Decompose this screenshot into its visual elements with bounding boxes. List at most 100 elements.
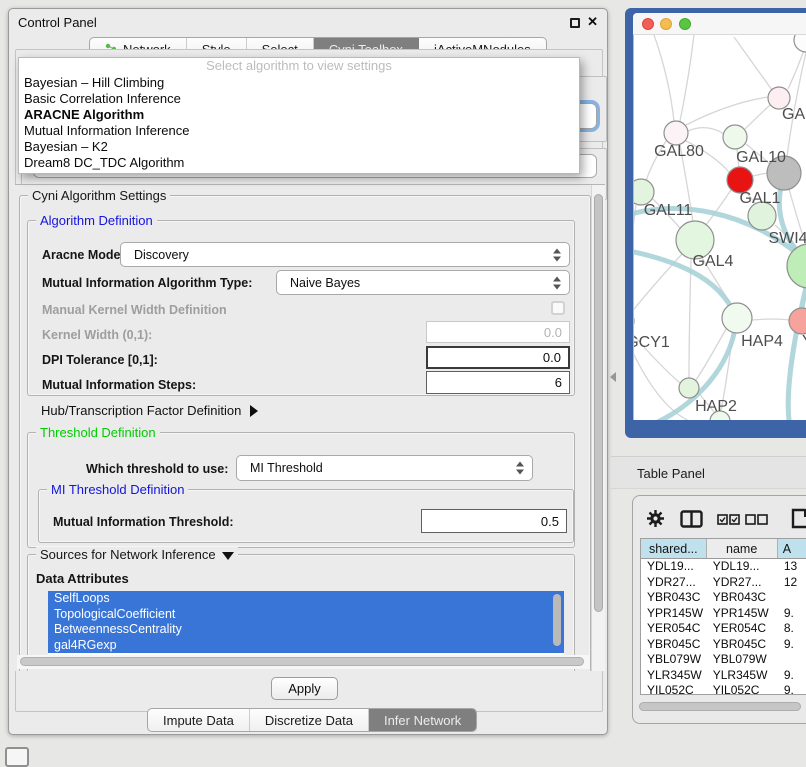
list-item[interactable]: BetweennessCentrality [48, 622, 564, 638]
cell[interactable]: YPR145W [707, 606, 778, 622]
deselect-all-checks-icon[interactable] [745, 514, 768, 525]
network-window-titlebar[interactable] [633, 13, 806, 35]
select-all-checks-icon[interactable] [717, 514, 740, 525]
stepper-arrows-icon [553, 276, 561, 289]
settings-horizontal-scrollbar[interactable] [17, 655, 589, 669]
sources-expander[interactable]: Sources for Network Inference [36, 547, 238, 562]
cell[interactable]: YER054C [707, 621, 778, 637]
cell[interactable]: YBR043C [707, 590, 778, 606]
cell[interactable]: 9. [778, 683, 806, 695]
cell[interactable]: YBR043C [641, 590, 707, 606]
split-view-icon[interactable] [680, 510, 703, 528]
cell[interactable]: YIL052C [641, 683, 707, 695]
cell[interactable]: YLR345W [641, 668, 707, 684]
table-row[interactable]: YDL19...YDL19...13 [641, 559, 806, 575]
cell[interactable]: YDL19... [707, 559, 778, 575]
list-item[interactable]: TopologicalCoefficient [48, 607, 564, 623]
node-label: GAL1 [740, 190, 781, 207]
table-row[interactable]: YIL052CYIL052C9. [641, 683, 806, 695]
algorithm-dropdown-popup: Select algorithm to view settings Bayesi… [18, 57, 580, 174]
tab-discretize-data[interactable]: Discretize Data [250, 709, 369, 731]
dropdown-option[interactable]: Bayesian – Hill Climbing [19, 75, 579, 91]
cell[interactable]: 12 [778, 575, 806, 591]
panel-collapse-handle[interactable] [610, 372, 616, 382]
table-row[interactable]: YBR043CYBR043C [641, 590, 806, 606]
hub-definition-expander[interactable]: Hub/Transcription Factor Definition [41, 403, 258, 418]
cell[interactable]: YBR045C [641, 637, 707, 653]
field-value: 0.0 [543, 350, 561, 365]
cell[interactable]: 13 [778, 559, 806, 575]
tab-infer-network[interactable]: Infer Network [369, 709, 476, 731]
settings-gear-icon[interactable] [646, 509, 665, 528]
cell[interactable]: 9. [778, 606, 806, 622]
scrollbar-thumb[interactable] [639, 702, 801, 711]
list-item[interactable]: gal4RGexp [48, 638, 564, 654]
tab-impute-data[interactable]: Impute Data [148, 709, 250, 731]
cell[interactable]: 9. [778, 637, 806, 653]
cell[interactable]: YBL079W [641, 652, 707, 668]
scrollbar-thumb[interactable] [20, 657, 584, 666]
table-row[interactable]: YDR27...YDR27...12 [641, 575, 806, 591]
network-canvas[interactable]: GAL8 GAL80 GAL10 GAL1 GAL11 SWI4 GAL4 GC… [633, 35, 806, 420]
mi-algorithm-type-combo[interactable]: Naive Bayes [276, 270, 570, 295]
close-icon[interactable]: ✕ [587, 14, 598, 30]
which-threshold-combo[interactable]: MI Threshold [236, 455, 533, 481]
table-row[interactable]: YPR145WYPR145W9. [641, 606, 806, 622]
apply-button[interactable]: Apply [271, 677, 338, 700]
which-threshold-label: Which threshold to use: [86, 462, 228, 476]
mi-steps-field[interactable]: 6 [426, 371, 570, 394]
table-horizontal-scrollbar[interactable] [638, 701, 806, 713]
dropdown-option-highlighted[interactable]: ARACNE Algorithm [19, 107, 579, 123]
cell[interactable] [778, 652, 806, 668]
cell[interactable]: YER054C [641, 621, 707, 637]
network-node[interactable] [723, 125, 747, 149]
minimize-traffic-light[interactable] [660, 18, 672, 30]
network-node[interactable] [722, 303, 752, 333]
data-attributes-label: Data Attributes [36, 571, 129, 586]
dropdown-option[interactable]: Bayesian – K2 [19, 139, 579, 155]
node-label: GAL80 [654, 143, 704, 160]
table-file-icon[interactable] [791, 508, 806, 529]
column-header-shared-name[interactable]: shared... [641, 539, 707, 558]
dpi-tolerance-field[interactable]: 0.0 [426, 346, 570, 369]
list-scrollbar[interactable] [553, 594, 561, 646]
minimized-panel-icon[interactable] [5, 747, 29, 767]
cell[interactable]: 8. [778, 621, 806, 637]
cell[interactable]: YLR345W [707, 668, 778, 684]
dropdown-option[interactable]: Basic Correlation Inference [19, 91, 579, 107]
cell[interactable]: YPR145W [641, 606, 707, 622]
data-attributes-list: SelfLoops TopologicalCoefficient Between… [48, 591, 564, 655]
cell[interactable]: 9. [778, 668, 806, 684]
cell[interactable]: YDR27... [707, 575, 778, 591]
table-row[interactable]: YER054CYER054C8. [641, 621, 806, 637]
table-row[interactable]: YLR345WYLR345W9. [641, 668, 806, 684]
aracne-mode-combo[interactable]: Discovery [120, 242, 570, 267]
cell[interactable]: YBL079W [707, 652, 778, 668]
list-item[interactable]: SelfLoops [48, 591, 564, 607]
table-row[interactable]: YBR045CYBR045C9. [641, 637, 806, 653]
network-node[interactable] [789, 308, 806, 334]
cell[interactable] [778, 590, 806, 606]
cell[interactable]: YDR27... [641, 575, 707, 591]
node-label: GAL11 [644, 202, 693, 219]
close-traffic-light[interactable] [642, 18, 654, 30]
scrollbar-thumb[interactable] [594, 194, 603, 612]
mi-threshold-field[interactable]: 0.5 [421, 509, 567, 533]
dropdown-option[interactable]: Dream8 DC_TDC Algorithm [19, 155, 579, 171]
dropdown-option[interactable]: Mutual Information Inference [19, 123, 579, 139]
network-node[interactable] [794, 35, 806, 52]
float-window-icon[interactable] [570, 18, 580, 28]
cell[interactable]: YBR045C [707, 637, 778, 653]
network-node[interactable] [664, 121, 688, 145]
table-row[interactable]: YBL079WYBL079W [641, 652, 806, 668]
settings-vertical-scrollbar[interactable] [591, 185, 605, 671]
column-header-name[interactable]: name [707, 539, 778, 558]
column-header-partial[interactable]: A [778, 539, 806, 558]
collapse-arrow-icon [222, 552, 234, 560]
network-node[interactable] [679, 378, 699, 398]
sources-title: Sources for Network Inference [40, 547, 216, 562]
cell[interactable]: YDL19... [641, 559, 707, 575]
network-graph[interactable]: GAL8 GAL80 GAL10 GAL1 GAL11 SWI4 GAL4 GC… [634, 35, 806, 420]
cell[interactable]: YIL052C [707, 683, 778, 695]
zoom-traffic-light[interactable] [679, 18, 691, 30]
